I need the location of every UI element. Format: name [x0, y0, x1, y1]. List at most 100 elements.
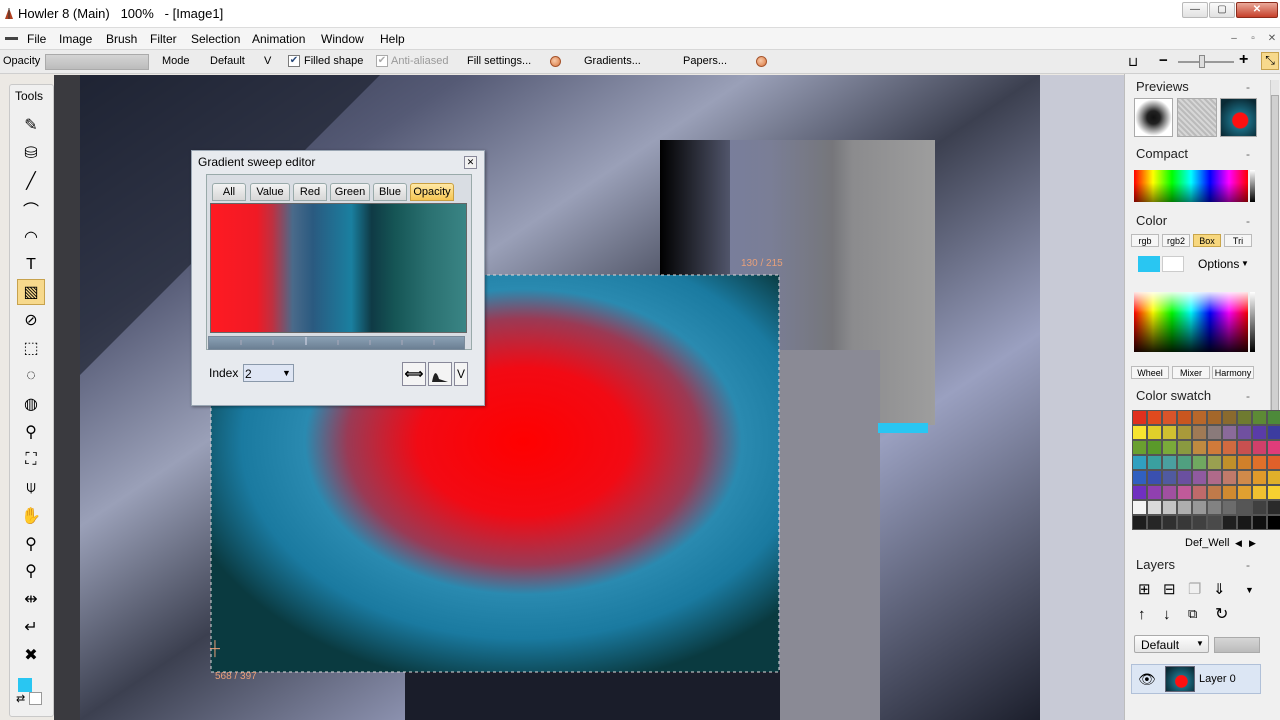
swatch-cell[interactable]	[1222, 410, 1237, 425]
swatch-cell[interactable]	[1192, 455, 1207, 470]
mixer-tab-wheel[interactable]: Wheel	[1131, 366, 1169, 379]
lasso-tool-icon[interactable]: ◍	[17, 391, 45, 417]
swatch-cell[interactable]	[1192, 515, 1207, 530]
color-tab-rgb[interactable]: rgb	[1131, 234, 1159, 247]
swatch-cell[interactable]	[1177, 485, 1192, 500]
mixer-tab-mixer[interactable]: Mixer	[1172, 366, 1210, 379]
swatch-cell[interactable]	[1207, 485, 1222, 500]
fill-settings-button[interactable]: Fill settings...	[467, 55, 531, 67]
gradient-rect-tool-icon[interactable]: ▧	[17, 279, 45, 306]
swatch-cell[interactable]	[1147, 500, 1162, 515]
tab-opacity[interactable]: Opacity	[410, 183, 454, 201]
swatch-cell[interactable]	[1177, 425, 1192, 440]
swatch-cell[interactable]	[1132, 500, 1147, 515]
color-tab-tri[interactable]: Tri	[1224, 234, 1252, 247]
color-collapse-button[interactable]: -	[1246, 214, 1250, 228]
curve-tool-icon[interactable]: ⌒	[17, 196, 45, 222]
v-button[interactable]: V	[454, 362, 468, 386]
paint-bucket-tool-icon[interactable]: ⛁	[17, 140, 45, 166]
close-button[interactable]: ✕	[1236, 2, 1278, 18]
new-layer-icon[interactable]: ⊞	[1138, 580, 1151, 598]
swatch-cell[interactable]	[1192, 425, 1207, 440]
chevron-down-icon[interactable]: ▼	[280, 366, 293, 380]
swatch-cell[interactable]	[1162, 425, 1177, 440]
menu-image[interactable]: Image	[59, 32, 92, 46]
swatch-cell[interactable]	[1132, 485, 1147, 500]
swatch-cell[interactable]	[1267, 515, 1280, 530]
swatch-cell[interactable]	[1252, 425, 1267, 440]
swatch-cell[interactable]	[1162, 410, 1177, 425]
swatch-cell[interactable]	[1192, 485, 1207, 500]
zoom-tool-icon[interactable]: ⚲	[17, 531, 45, 557]
swatch-cell[interactable]	[1252, 440, 1267, 455]
compact-color-picker[interactable]	[1134, 170, 1248, 202]
swatch-cell[interactable]	[1237, 485, 1252, 500]
swatch-cell[interactable]	[1252, 500, 1267, 515]
mdi-close-button[interactable]: ✕	[1264, 32, 1280, 46]
color-tab-box[interactable]: Box	[1193, 234, 1221, 247]
swatch-cell[interactable]	[1147, 515, 1162, 530]
color-tab-rgb2[interactable]: rgb2	[1162, 234, 1190, 247]
swatch-cell[interactable]	[1267, 410, 1280, 425]
secondary-color-swatch[interactable]	[1162, 256, 1184, 272]
swatch-cell[interactable]	[1222, 470, 1237, 485]
filled-shape-checkbox[interactable]: ✔	[288, 55, 300, 67]
flip-gradient-button[interactable]: ⟺	[402, 362, 426, 386]
swatch-cell[interactable]	[1162, 470, 1177, 485]
swatch-cell[interactable]	[1207, 425, 1222, 440]
swatch-cell[interactable]	[1207, 455, 1222, 470]
swatch-cell[interactable]	[1192, 410, 1207, 425]
color-box-picker[interactable]	[1134, 292, 1248, 352]
zoom-slider-thumb[interactable]	[1199, 55, 1205, 68]
refresh-layers-icon[interactable]: ↻	[1215, 604, 1228, 624]
papers-button[interactable]: Papers...	[683, 55, 727, 67]
zoom-out-button[interactable]: −	[1159, 52, 1168, 69]
swatch-cell[interactable]	[1252, 515, 1267, 530]
tab-blue[interactable]: Blue	[373, 183, 407, 201]
swatch-cell[interactable]	[1267, 500, 1280, 515]
tab-red[interactable]: Red	[293, 183, 327, 201]
swatch-cell[interactable]	[1237, 470, 1252, 485]
swatch-cell[interactable]	[1132, 425, 1147, 440]
layer-up-icon[interactable]: ↑	[1138, 606, 1146, 623]
swatch-cell[interactable]	[1162, 515, 1177, 530]
swatch-cell[interactable]	[1237, 425, 1252, 440]
swatch-cell[interactable]	[1267, 440, 1280, 455]
gradient-preview-strip[interactable]	[210, 203, 467, 333]
color-options-button[interactable]: Options	[1198, 257, 1239, 271]
zoom-in-button[interactable]: +	[1239, 51, 1248, 69]
swatch-cell[interactable]	[1222, 500, 1237, 515]
primary-color-swatch[interactable]	[1138, 256, 1160, 272]
tab-value[interactable]: Value	[250, 183, 290, 201]
swatch-cell[interactable]	[1222, 455, 1237, 470]
image-preview[interactable]	[1220, 98, 1257, 137]
swatch-cell[interactable]	[1252, 470, 1267, 485]
rect-select-tool-icon[interactable]: ⬚	[17, 335, 45, 361]
swatch-cell[interactable]	[1177, 515, 1192, 530]
swatch-cell[interactable]	[1267, 470, 1280, 485]
maximize-button[interactable]: ▢	[1209, 2, 1235, 18]
cancel-tool-icon[interactable]: ✖	[17, 642, 45, 668]
compact-brightness-bar[interactable]	[1250, 170, 1255, 202]
curve-shape-button[interactable]	[428, 362, 452, 386]
pencil-tool-icon[interactable]: ✎	[17, 112, 45, 138]
eyedropper-tool-icon[interactable]: ⍦	[17, 475, 45, 501]
swatch-cell[interactable]	[1207, 410, 1222, 425]
menu-selection[interactable]: Selection	[191, 32, 240, 46]
gradients-button[interactable]: Gradients...	[584, 55, 641, 67]
swatch-cell[interactable]	[1237, 410, 1252, 425]
swatch-cell[interactable]	[1237, 455, 1252, 470]
swatch-cell[interactable]	[1252, 485, 1267, 500]
swatch-cell[interactable]	[1222, 425, 1237, 440]
menu-window[interactable]: Window	[321, 32, 364, 46]
previews-collapse-button[interactable]: -	[1246, 80, 1250, 94]
swatch-collapse-button[interactable]: -	[1246, 389, 1250, 403]
swatch-cell[interactable]	[1147, 410, 1162, 425]
layers-menu-chevron-icon[interactable]: ▼	[1245, 585, 1254, 595]
apply-tool-icon[interactable]: ↵	[17, 614, 45, 640]
arc-tool-icon[interactable]: ◠	[17, 224, 45, 250]
menu-filter[interactable]: Filter	[150, 32, 177, 46]
mdi-restore-button[interactable]: ▫	[1245, 32, 1261, 46]
hand-tool-icon[interactable]: ✋	[17, 503, 45, 529]
merge-down-icon[interactable]: ⇓	[1213, 580, 1226, 598]
